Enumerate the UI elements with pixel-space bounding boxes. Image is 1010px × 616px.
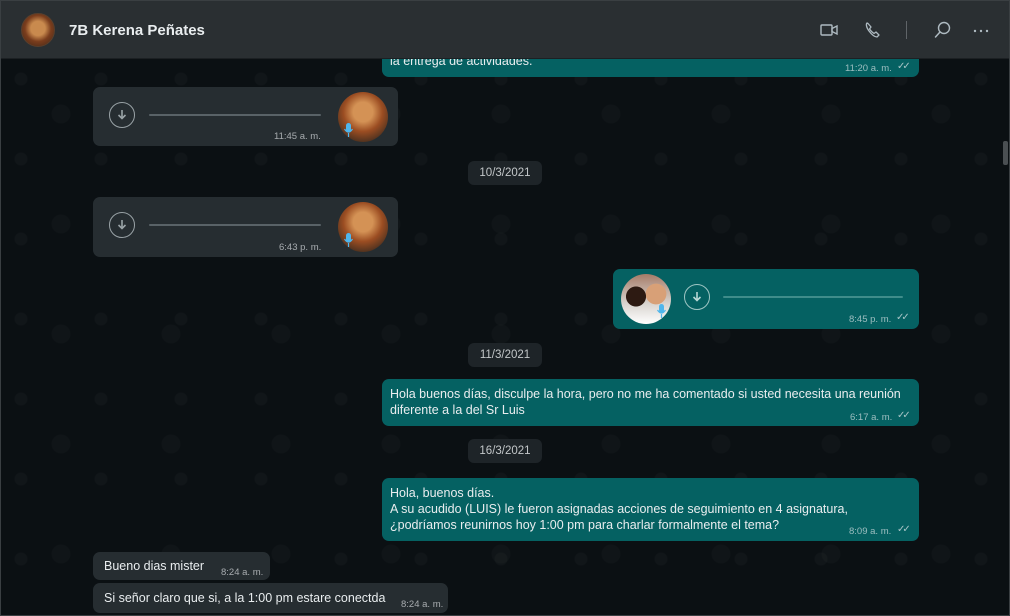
read-receipt-icon: ✓✓ bbox=[897, 524, 911, 535]
message-time: 6:17 a. m. bbox=[850, 412, 893, 423]
read-receipt-icon: ✓✓ bbox=[897, 410, 911, 421]
more-options-icon[interactable] bbox=[971, 20, 991, 40]
download-icon bbox=[117, 220, 127, 230]
read-receipt-icon: ✓✓ bbox=[897, 61, 911, 72]
date-separator: 11/3/2021 bbox=[468, 343, 542, 367]
voice-call-icon[interactable] bbox=[863, 20, 883, 40]
date-separator: 10/3/2021 bbox=[468, 161, 542, 185]
audio-waveform[interactable] bbox=[723, 296, 903, 298]
download-button[interactable] bbox=[109, 212, 135, 238]
message-time: 8:45 p. m. bbox=[849, 314, 892, 325]
chat-header: 7B Kerena Peñates bbox=[1, 1, 1009, 59]
message-time: 8:24 a. m. bbox=[221, 567, 264, 578]
scrollbar-thumb[interactable] bbox=[1003, 141, 1008, 165]
outgoing-message[interactable]: Hola, buenos días. A su acudido (LUIS) l… bbox=[382, 478, 919, 541]
incoming-voice-message[interactable]: 6:43 p. m. bbox=[93, 197, 398, 257]
incoming-voice-message[interactable]: 11:45 a. m. bbox=[93, 87, 398, 146]
message-time: 11:20 a. m. bbox=[845, 63, 892, 74]
download-button[interactable] bbox=[109, 102, 135, 128]
audio-waveform[interactable] bbox=[149, 224, 321, 226]
message-text: Hola, buenos días. A su acudido (LUIS) l… bbox=[390, 486, 848, 532]
message-time: 11:45 a. m. bbox=[274, 131, 321, 142]
incoming-message[interactable]: Bueno dias mister 8:24 a. m. bbox=[93, 552, 270, 580]
audio-waveform[interactable] bbox=[149, 114, 321, 116]
message-text: la entrega de actividades. bbox=[390, 59, 533, 68]
message-time: 8:09 a. m. bbox=[849, 526, 892, 537]
incoming-message[interactable]: Si señor claro que si, a la 1:00 pm esta… bbox=[93, 583, 448, 613]
contact-avatar[interactable] bbox=[21, 13, 55, 47]
download-icon bbox=[692, 292, 702, 302]
message-text: Hola buenos días, disculpe la hora, pero… bbox=[390, 387, 901, 417]
search-icon[interactable] bbox=[933, 20, 953, 40]
microphone-icon bbox=[344, 233, 353, 247]
microphone-icon bbox=[344, 123, 353, 137]
download-icon bbox=[117, 110, 127, 120]
download-button[interactable] bbox=[684, 284, 710, 310]
outgoing-message[interactable]: la entrega de actividades. 11:20 a. m. ✓… bbox=[382, 59, 919, 77]
date-separator: 16/3/2021 bbox=[468, 439, 542, 463]
chat-window: 7B Kerena Peñates la entrega de activida… bbox=[0, 0, 1010, 616]
message-time: 8:24 a. m. bbox=[401, 599, 444, 610]
video-call-icon[interactable] bbox=[819, 20, 839, 40]
read-receipt-icon: ✓✓ bbox=[896, 312, 910, 323]
message-text: Si señor claro que si, a la 1:00 pm esta… bbox=[104, 591, 386, 605]
message-list[interactable]: la entrega de actividades. 11:20 a. m. ✓… bbox=[1, 59, 1009, 615]
contact-name[interactable]: 7B Kerena Peñates bbox=[69, 22, 205, 39]
header-divider bbox=[906, 21, 907, 39]
outgoing-message[interactable]: Hola buenos días, disculpe la hora, pero… bbox=[382, 379, 919, 426]
outgoing-voice-message[interactable]: 8:45 p. m. ✓✓ bbox=[613, 269, 919, 329]
message-text: Bueno dias mister bbox=[104, 559, 205, 573]
message-time: 6:43 p. m. bbox=[279, 242, 322, 253]
microphone-icon bbox=[657, 304, 666, 318]
